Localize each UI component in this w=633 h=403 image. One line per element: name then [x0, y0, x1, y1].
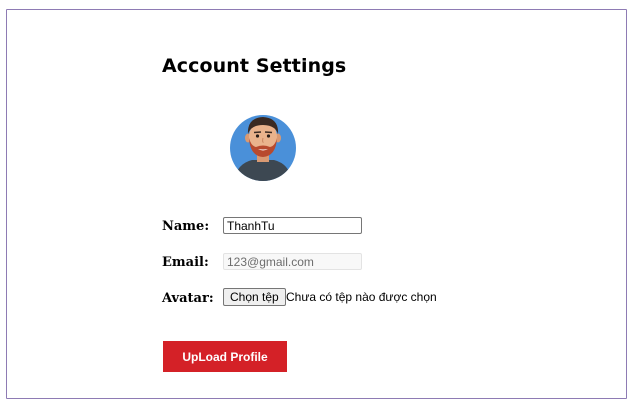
choose-file-button[interactable]: Chọn tệp	[223, 288, 286, 306]
file-status-text: Chưa có tệp nào được chọn	[286, 290, 437, 304]
avatar-label: Avatar:	[162, 291, 214, 306]
profile-avatar	[228, 112, 298, 182]
bearded-man-avatar-icon	[230, 115, 296, 181]
email-field[interactable]	[223, 253, 362, 270]
upload-profile-button[interactable]: UpLoad Profile	[163, 341, 287, 372]
name-field[interactable]	[223, 217, 362, 234]
page-title: Account Settings	[162, 55, 347, 77]
name-label: Name:	[162, 219, 210, 234]
email-label: Email:	[162, 255, 209, 270]
